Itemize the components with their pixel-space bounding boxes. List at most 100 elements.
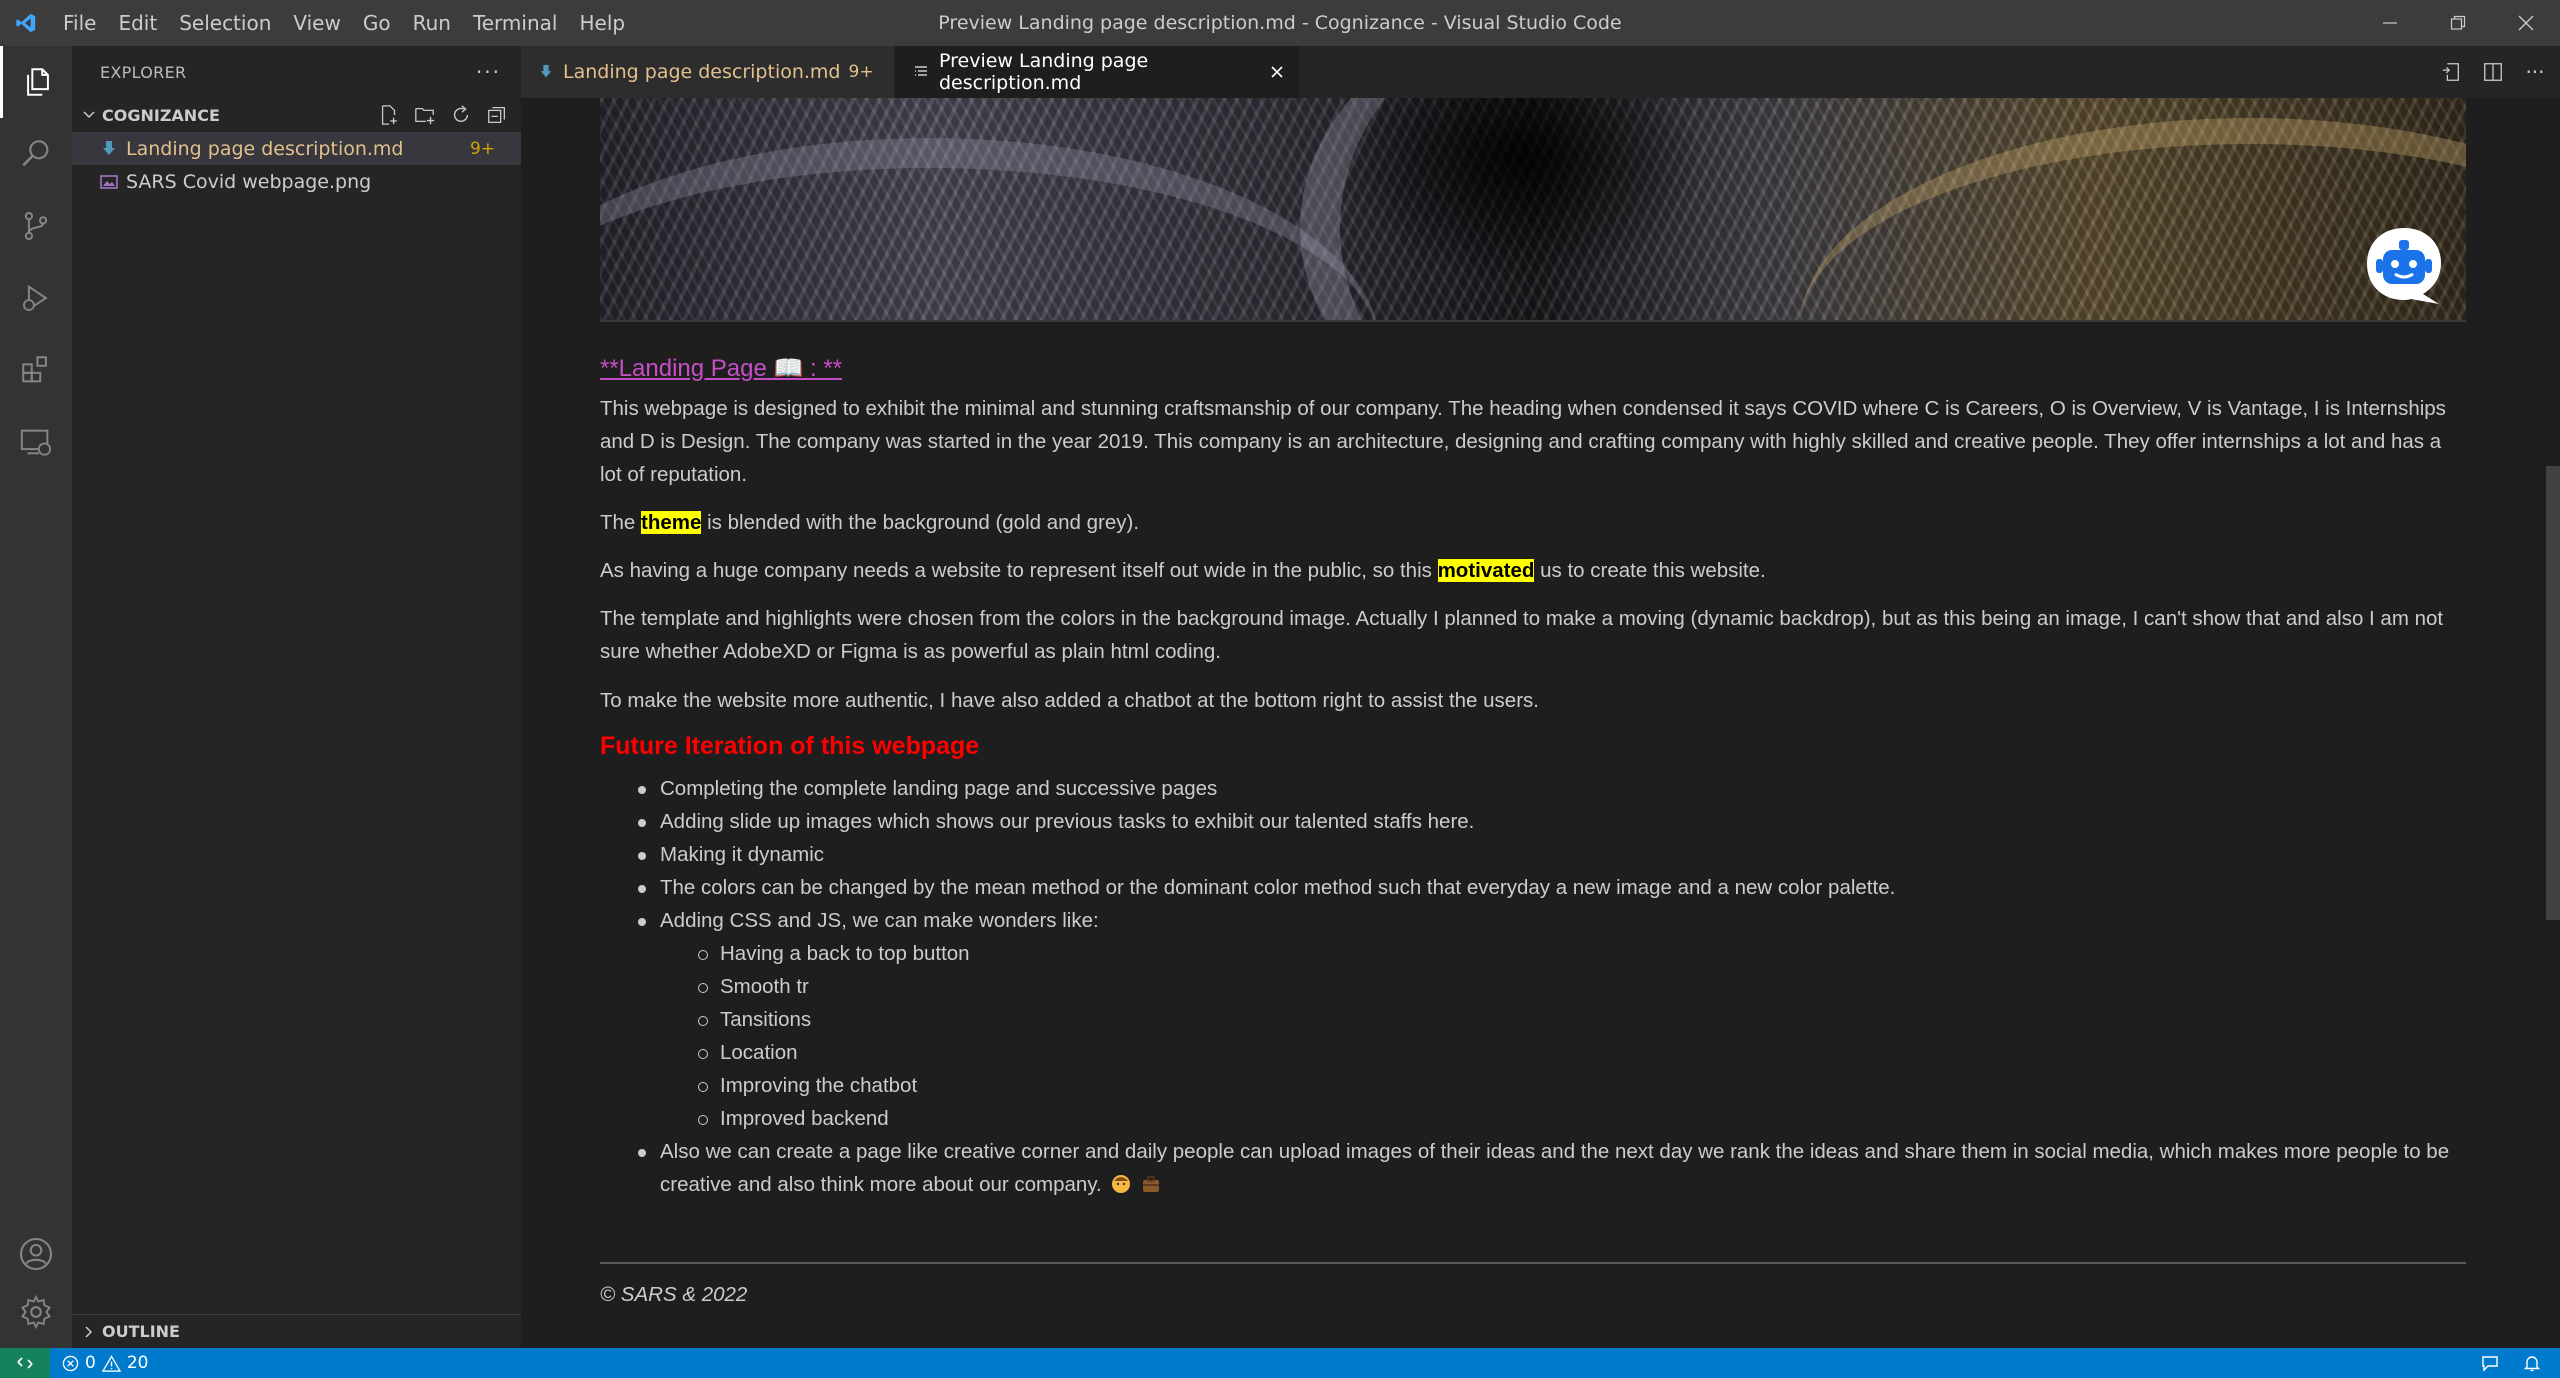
extensions-activity[interactable] [0, 334, 72, 406]
split-editor-icon[interactable] [2478, 57, 2508, 87]
list-item-last: Also we can create a page like creative … [600, 1135, 2468, 1201]
run-debug-activity[interactable] [0, 262, 72, 334]
error-icon [62, 1355, 79, 1371]
files-icon [26, 68, 49, 96]
scroll-thumb[interactable] [2546, 466, 2560, 920]
error-count: 0 [85, 1353, 96, 1373]
list-item: The colors can be changed by the mean me… [600, 871, 2468, 904]
minimize-button[interactable] [2356, 0, 2424, 46]
highlight-theme: theme [641, 511, 702, 534]
list-item: Making it dynamic [600, 838, 2468, 871]
folder-actions [375, 98, 511, 132]
footer-divider [600, 1262, 2466, 1264]
menu-help[interactable]: Help [568, 0, 636, 46]
window-controls [2356, 0, 2560, 46]
tab-preview[interactable]: Preview Landing page description.md [895, 46, 1299, 98]
notifications-bell-icon[interactable] [2522, 1353, 2542, 1373]
tab-landing-md[interactable]: Landing page description.md 9+ [521, 46, 895, 98]
text: is blended with the background (gold and… [701, 511, 1140, 534]
paragraph-intro: This webpage is designed to exhibit the … [600, 397, 2446, 486]
briefcase-emoji-icon [1143, 1176, 1160, 1192]
sidebar-title: EXPLORER [100, 62, 187, 82]
preview-scrollbar[interactable] [2546, 98, 2560, 1348]
restore-button[interactable] [2424, 0, 2492, 46]
menu-terminal[interactable]: Terminal [462, 0, 569, 46]
highlight-motivated: motivated [1437, 559, 1535, 582]
gear-icon [21, 1294, 51, 1330]
problems-badge: 9+ [469, 138, 495, 159]
file-name: Landing page description.md [126, 137, 404, 160]
face-emoji-icon [1112, 1175, 1131, 1193]
remote-indicator[interactable] [0, 1348, 50, 1378]
paragraph-theme: The theme is blended with the background… [600, 506, 2468, 539]
status-right [2480, 1348, 2560, 1378]
hero-banner-image [600, 98, 2466, 322]
text: The [600, 511, 642, 534]
title-bar: File Edit Selection View Go Run Terminal… [0, 0, 2560, 46]
more-actions-icon[interactable]: ··· [2520, 57, 2550, 87]
source-control-icon [24, 211, 48, 241]
menu-view[interactable]: View [282, 0, 351, 46]
run-debug-icon [23, 284, 48, 312]
editor-tab-bar: Landing page description.md 9+ Preview L… [521, 46, 2560, 98]
paragraph-template: The template and highlights were chosen … [600, 607, 2444, 663]
search-activity[interactable] [0, 118, 72, 190]
status-bar: 0 20 [0, 1348, 2560, 1378]
remote-explorer-icon [20, 429, 52, 456]
more-actions-icon[interactable]: ··· [476, 60, 501, 84]
feedback-icon[interactable] [2480, 1353, 2500, 1373]
chatbot-icon[interactable] [2363, 226, 2445, 308]
image-file-icon [96, 174, 122, 190]
footer-copyright: © SARS & 2022 [600, 1283, 748, 1306]
menu-selection[interactable]: Selection [168, 0, 282, 46]
manage-activity[interactable] [0, 1276, 72, 1348]
new-folder-icon[interactable] [411, 101, 439, 129]
file-item-landing-md[interactable]: Landing page description.md 9+ [72, 132, 521, 165]
tab-label: Preview Landing page description.md [939, 50, 1149, 94]
menu-go[interactable]: Go [352, 0, 402, 46]
sub-list-item: Location [600, 1036, 2468, 1069]
collapse-all-icon[interactable] [483, 101, 511, 129]
minimize-icon [2383, 22, 2397, 24]
file-name: SARS Covid webpage.png [126, 170, 372, 193]
close-window-button[interactable] [2492, 0, 2560, 46]
markdown-file-icon [539, 63, 553, 81]
open-source-icon[interactable] [2436, 57, 2466, 87]
close-tab-icon[interactable] [1269, 64, 1285, 80]
preview-title-link[interactable]: **Landing Page 📖 : ** [600, 352, 2468, 385]
menu-bar: File Edit Selection View Go Run Terminal… [52, 0, 636, 46]
sub-list-item: Smooth tr [600, 970, 2468, 1003]
text: us to create this website. [1534, 559, 1766, 582]
menu-run[interactable]: Run [402, 0, 462, 46]
close-icon [2518, 15, 2534, 31]
refresh-icon[interactable] [447, 101, 475, 129]
activity-bar [0, 46, 72, 1348]
sub-list-item: Improved backend [600, 1102, 2468, 1135]
folder-section-header[interactable]: COGNIZANCE [72, 98, 521, 132]
account-icon [19, 1237, 53, 1271]
paragraph-chatbot: To make the website more authentic, I ha… [600, 689, 1539, 712]
remote-explorer-activity[interactable] [0, 406, 72, 478]
tab-label: Landing page description.md [563, 61, 841, 83]
preview-icon [913, 65, 929, 79]
future-iteration-list: Completing the complete landing page and… [600, 772, 2468, 1201]
sub-list-item: Having a back to top button [600, 937, 2468, 970]
source-control-activity[interactable] [0, 190, 72, 262]
explorer-activity[interactable] [0, 46, 72, 118]
warning-icon [101, 1354, 121, 1372]
file-item-png[interactable]: SARS Covid webpage.png [72, 165, 521, 198]
warning-count: 20 [126, 1353, 149, 1373]
new-file-icon[interactable] [375, 101, 403, 129]
problems-indicator[interactable]: 0 20 [50, 1353, 148, 1373]
folder-name: COGNIZANCE [102, 105, 220, 125]
editor-actions: ··· [2436, 46, 2550, 98]
outline-section-header[interactable]: OUTLINE [72, 1314, 521, 1348]
markdown-preview: **Landing Page 📖 : ** This webpage is de… [521, 98, 2560, 1348]
tab-badge: 9+ [848, 62, 874, 82]
menu-file[interactable]: File [52, 0, 107, 46]
markdown-file-icon [96, 140, 122, 158]
remote-icon [17, 1357, 33, 1369]
explorer-sidebar: EXPLORER ··· COGNIZANCE Landing page des [72, 46, 521, 1348]
menu-edit[interactable]: Edit [107, 0, 168, 46]
text: Also we can create a page like creative … [660, 1140, 2450, 1196]
